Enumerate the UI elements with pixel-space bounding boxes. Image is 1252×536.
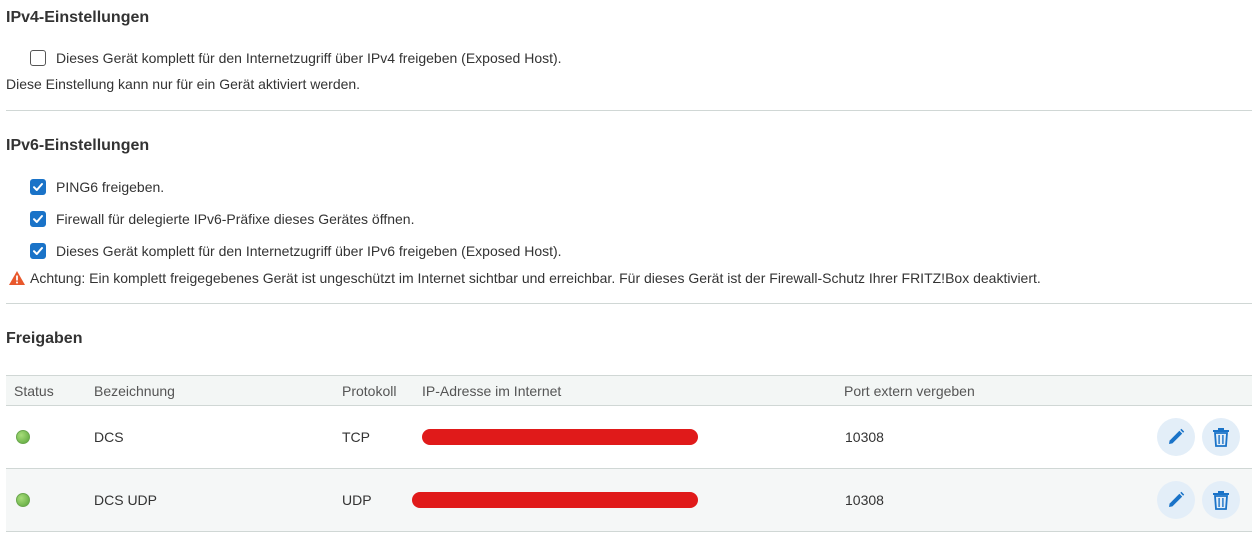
freigaben-heading: Freigaben: [6, 330, 83, 347]
column-header-ip-adresse: IP-Adresse im Internet: [422, 382, 562, 399]
row-protocol: UDP: [342, 492, 372, 508]
ipv6-ping6-label: PING6 freigeben.: [56, 179, 165, 195]
checkmark-icon: [33, 247, 43, 255]
freigaben-table: Status Bezeichnung Protokoll IP-Adresse …: [6, 375, 1252, 532]
divider: [6, 110, 1252, 111]
ipv4-exposed-host-option[interactable]: Dieses Gerät komplett für den Internetzu…: [30, 48, 562, 68]
redacted-ip-address: [412, 492, 698, 508]
row-port: 10308: [845, 429, 884, 445]
delete-button[interactable]: [1202, 481, 1240, 519]
ipv4-note: Diese Einstellung kann nur für ein Gerät…: [6, 76, 361, 92]
ipv6-exposed-host-label: Dieses Gerät komplett für den Internetzu…: [56, 243, 562, 259]
ipv6-firewall-option[interactable]: Firewall für delegierte IPv6-Präfixe die…: [30, 209, 414, 229]
ipv4-exposed-host-label: Dieses Gerät komplett für den Internetzu…: [56, 50, 562, 66]
column-header-bezeichnung: Bezeichnung: [94, 382, 175, 399]
column-header-port: Port extern vergeben: [844, 382, 975, 399]
table-row: DCS TCP 10308: [6, 406, 1252, 469]
ipv6-firewall-label: Firewall für delegierte IPv6-Präfixe die…: [56, 211, 415, 227]
row-name: DCS: [94, 429, 124, 445]
ipv6-heading: IPv6-Einstellungen: [6, 137, 150, 154]
checkmark-icon: [33, 183, 43, 191]
ipv6-warning-text: Achtung: Ein komplett freigegebenes Gerä…: [30, 270, 1041, 286]
ipv4-exposed-host-checkbox[interactable]: [30, 50, 46, 66]
ipv6-ping6-option[interactable]: PING6 freigeben.: [30, 177, 164, 197]
warning-triangle-icon: [9, 271, 25, 285]
redacted-ip-address: [422, 429, 698, 445]
pencil-icon: [1169, 491, 1185, 507]
ipv6-exposed-host-checkbox[interactable]: [30, 243, 46, 259]
trash-icon: [1213, 491, 1229, 510]
row-name: DCS UDP: [94, 492, 158, 508]
ipv6-warning: Achtung: Ein komplett freigegebenes Gerä…: [8, 269, 1041, 287]
ipv4-heading: IPv4-Einstellungen: [6, 9, 150, 26]
table-row: DCS UDP UDP 10308: [6, 469, 1252, 532]
edit-button[interactable]: [1157, 481, 1195, 519]
column-header-protokoll: Protokoll: [342, 382, 397, 399]
status-active-indicator: [16, 493, 30, 507]
ipv6-exposed-host-option[interactable]: Dieses Gerät komplett für den Internetzu…: [30, 241, 562, 261]
divider: [6, 303, 1252, 304]
column-header-status: Status: [14, 382, 54, 399]
ipv6-ping6-checkbox[interactable]: [30, 179, 46, 195]
checkmark-icon: [33, 215, 43, 223]
table-header: Status Bezeichnung Protokoll IP-Adresse …: [6, 375, 1252, 406]
status-active-indicator: [16, 430, 30, 444]
row-port: 10308: [845, 492, 884, 508]
trash-icon: [1213, 428, 1229, 447]
pencil-icon: [1169, 428, 1185, 444]
ipv6-firewall-checkbox[interactable]: [30, 211, 46, 227]
row-protocol: TCP: [342, 429, 370, 445]
edit-button[interactable]: [1157, 418, 1195, 456]
delete-button[interactable]: [1202, 418, 1240, 456]
